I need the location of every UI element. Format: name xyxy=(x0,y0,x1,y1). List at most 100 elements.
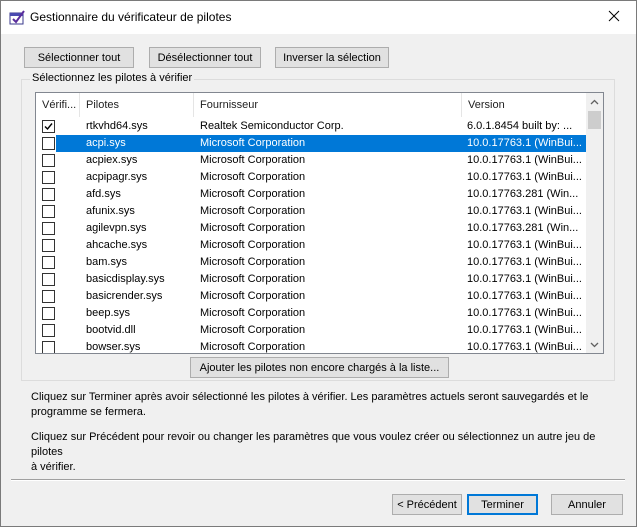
version-cell: 10.0.17763.1 (WinBui... xyxy=(467,341,582,353)
table-row[interactable]: agilevpn.sys Microsoft Corporation 10.0.17… xyxy=(36,220,586,237)
footer-separator xyxy=(11,479,625,481)
back-info-text: Cliquez sur Précédent pour revoir ou cha… xyxy=(31,430,611,475)
verify-checkbox[interactable] xyxy=(42,222,55,235)
driver-name-cell: acpipagr.sys xyxy=(86,171,148,183)
chevron-up-icon xyxy=(590,96,599,108)
table-row[interactable]: bootvid.dll Microsoft Corporation 10.0.177… xyxy=(36,322,586,339)
scroll-down-button[interactable] xyxy=(586,336,603,353)
version-cell: 10.0.17763.1 (WinBui... xyxy=(467,307,582,319)
table-row[interactable]: rtkvhd64.sys Realtek Semiconductor Corp. 6… xyxy=(36,118,586,135)
verify-checkbox[interactable] xyxy=(42,137,55,150)
driver-name-cell: bootvid.dll xyxy=(86,324,136,336)
version-cell: 10.0.17763.1 (WinBui... xyxy=(467,256,582,268)
vendor-cell: Microsoft Corporation xyxy=(200,205,306,217)
title-bar: Gestionnaire du vérificateur de pilotes xyxy=(1,1,636,34)
vendor-cell: Microsoft Corporation xyxy=(200,188,306,200)
column-header-drivers[interactable]: Pilotes xyxy=(80,93,194,117)
table-row[interactable]: bam.sys Microsoft Corporation 10.0.17763.1… xyxy=(36,254,586,271)
verify-checkbox[interactable] xyxy=(42,171,55,184)
driver-name-cell: bam.sys xyxy=(86,256,127,268)
version-cell: 10.0.17763.1 (WinBui... xyxy=(467,205,582,217)
verify-checkbox[interactable] xyxy=(42,154,55,167)
driver-name-cell: afunix.sys xyxy=(86,205,135,217)
table-row[interactable]: ahcache.sys Microsoft Corporation 10.0.177… xyxy=(36,237,586,254)
driver-verifier-window: Gestionnaire du vérificateur de pilotes … xyxy=(0,0,637,527)
version-cell: 10.0.17763.1 (WinBui... xyxy=(467,324,582,336)
version-cell: 10.0.17763.281 (Win... xyxy=(467,222,579,234)
group-label: Sélectionnez les pilotes à vérifier xyxy=(30,72,195,84)
table-row[interactable]: afd.sys Microsoft Corporation 10.0.17763.2… xyxy=(36,186,586,203)
window-title: Gestionnaire du vérificateur de pilotes xyxy=(30,10,232,24)
invert-selection-button[interactable]: Inverser la sélection xyxy=(275,47,389,68)
close-icon xyxy=(608,10,620,25)
driver-name-cell: basicrender.sys xyxy=(86,290,163,302)
version-cell: 10.0.17763.1 (WinBui... xyxy=(467,137,582,149)
version-cell: 6.0.1.8454 built by: ... xyxy=(467,120,573,132)
verify-checkbox[interactable] xyxy=(42,120,55,133)
table-row[interactable]: beep.sys Microsoft Corporation 10.0.17763.… xyxy=(36,305,586,322)
vendor-cell: Microsoft Corporation xyxy=(200,273,306,285)
vendor-cell: Microsoft Corporation xyxy=(200,341,306,353)
driver-name-cell: basicdisplay.sys xyxy=(86,273,165,285)
verify-checkbox[interactable] xyxy=(42,324,55,337)
version-cell: 10.0.17763.1 (WinBui... xyxy=(467,154,582,166)
close-button[interactable] xyxy=(592,1,636,34)
vendor-cell: Microsoft Corporation xyxy=(200,290,306,302)
select-all-button[interactable]: Sélectionner tout xyxy=(24,47,134,68)
vendor-cell: Microsoft Corporation xyxy=(200,222,306,234)
version-cell: 10.0.17763.1 (WinBui... xyxy=(467,239,582,251)
vendor-cell: Realtek Semiconductor Corp. xyxy=(200,120,344,132)
driver-verifier-icon xyxy=(9,10,25,26)
table-row[interactable]: basicrender.sys Microsoft Corporation 10.0… xyxy=(36,288,586,305)
verify-checkbox[interactable] xyxy=(42,205,55,218)
table-row[interactable]: acpiex.sys Microsoft Corporation 10.0.1776… xyxy=(36,152,586,169)
add-unloaded-drivers-button[interactable]: Ajouter les pilotes non encore chargés à… xyxy=(190,357,449,378)
table-row[interactable]: basicdisplay.sys Microsoft Corporation 10.… xyxy=(36,271,586,288)
table-row[interactable]: acpipagr.sys Microsoft Corporation 10.0.17… xyxy=(36,169,586,186)
vendor-cell: Microsoft Corporation xyxy=(200,154,306,166)
verify-checkbox[interactable] xyxy=(42,341,55,353)
vendor-cell: Microsoft Corporation xyxy=(200,171,306,183)
verify-checkbox[interactable] xyxy=(42,188,55,201)
cancel-button[interactable]: Annuler xyxy=(551,494,623,515)
vendor-cell: Microsoft Corporation xyxy=(200,137,306,149)
table-row[interactable]: afunix.sys Microsoft Corporation 10.0.1776… xyxy=(36,203,586,220)
column-header-vendor[interactable]: Fournisseur xyxy=(194,93,462,117)
finish-button[interactable]: Terminer xyxy=(467,494,538,515)
vendor-cell: Microsoft Corporation xyxy=(200,307,306,319)
vendor-cell: Microsoft Corporation xyxy=(200,256,306,268)
chevron-down-icon xyxy=(590,339,599,351)
version-cell: 10.0.17763.281 (Win... xyxy=(467,188,579,200)
version-cell: 10.0.17763.1 (WinBui... xyxy=(467,171,582,183)
finish-info-line-1: Cliquez sur Terminer après avoir sélecti… xyxy=(31,391,589,403)
scroll-thumb[interactable] xyxy=(588,111,601,129)
scroll-up-button[interactable] xyxy=(586,93,603,110)
verify-checkbox[interactable] xyxy=(42,290,55,303)
driver-name-cell: rtkvhd64.sys xyxy=(86,120,148,132)
back-info-line-2: à vérifier. xyxy=(31,461,76,473)
deselect-all-button[interactable]: Désélectionner tout xyxy=(149,47,261,68)
table-row[interactable]: acpi.sys Microsoft Corporation 10.0.17763.… xyxy=(36,135,586,152)
verify-checkbox[interactable] xyxy=(42,273,55,286)
driver-name-cell: acpiex.sys xyxy=(86,154,138,166)
vendor-cell: Microsoft Corporation xyxy=(200,324,306,336)
finish-info-line-2: programme se fermera. xyxy=(31,406,146,418)
driver-name-cell: agilevpn.sys xyxy=(86,222,147,234)
version-cell: 10.0.17763.1 (WinBui... xyxy=(467,273,582,285)
verify-checkbox[interactable] xyxy=(42,307,55,320)
driver-name-cell: acpi.sys xyxy=(86,137,126,149)
back-info-line-1: Cliquez sur Précédent pour revoir ou cha… xyxy=(31,431,596,458)
driver-list[interactable]: Vérifi... Pilotes Fournisseur Version rt… xyxy=(35,92,604,354)
version-cell: 10.0.17763.1 (WinBui... xyxy=(467,290,582,302)
driver-name-cell: ahcache.sys xyxy=(86,239,148,251)
verify-checkbox[interactable] xyxy=(42,239,55,252)
table-row[interactable]: bowser.sys Microsoft Corporation 10.0.1776… xyxy=(36,339,586,353)
list-header: Vérifi... Pilotes Fournisseur Version xyxy=(36,93,586,117)
verify-checkbox[interactable] xyxy=(42,256,55,269)
driver-name-cell: afd.sys xyxy=(86,188,121,200)
column-header-version[interactable]: Version xyxy=(462,93,586,117)
column-header-verify[interactable]: Vérifi... xyxy=(36,93,80,117)
back-button[interactable]: < Précédent xyxy=(392,494,462,515)
vertical-scrollbar[interactable] xyxy=(586,93,603,353)
finish-info-text: Cliquez sur Terminer après avoir sélecti… xyxy=(31,390,611,420)
